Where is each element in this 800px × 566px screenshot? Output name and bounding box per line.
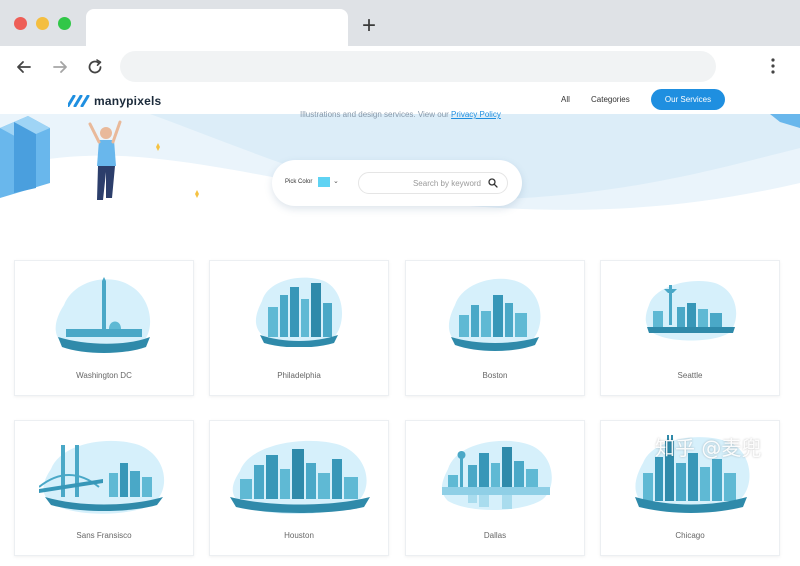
watermark: 知乎 @麦兜 [655,436,762,460]
nav-link-all[interactable]: All [561,95,570,104]
address-bar[interactable] [120,51,716,82]
browser-window: + manypixels All Categories Our Services… [0,0,800,566]
chevron-down-icon[interactable]: ⌄ [333,177,339,185]
city-label: Boston [482,371,508,380]
city-label: Chicago [675,531,705,540]
nav-link-categories[interactable]: Categories [591,95,630,104]
search-input[interactable] [358,172,508,194]
city-card-washington-dc[interactable]: Washington DC [14,260,194,396]
city-label: Sans Fransisco [76,531,132,540]
logo-stripes-icon [68,95,90,107]
web-page: manypixels All Categories Our Services I… [0,88,800,566]
dallas-skyline-illustration [441,440,552,510]
close-window-button[interactable] [14,17,27,30]
maximize-window-button[interactable] [58,17,71,30]
tab-bar: + [0,0,800,46]
back-arrow-icon[interactable] [14,57,34,77]
search-icon[interactable] [488,178,498,188]
forward-arrow-icon[interactable] [50,57,70,77]
brand-logo[interactable]: manypixels [68,93,161,109]
more-menu-icon[interactable] [768,56,778,76]
city-card-dallas[interactable]: Dallas [405,420,585,556]
our-services-button[interactable]: Our Services [651,89,725,110]
active-tab[interactable] [86,9,348,46]
seattle-skyline-illustration [645,281,737,341]
city-card-boston[interactable]: Boston [405,260,585,396]
city-label: Houston [284,531,314,540]
pick-color-label: Pick Color [285,179,313,185]
city-label: Seattle [677,371,703,380]
boston-skyline-illustration [448,278,541,351]
brand-name: manypixels [94,94,162,108]
city-label: Dallas [483,531,507,540]
color-swatch[interactable] [318,177,330,187]
washington-dc-skyline-illustration [55,277,151,353]
new-tab-button[interactable]: + [362,14,376,38]
hero-text: Illustrations and design services. View … [300,110,452,119]
city-card-seattle[interactable]: Seattle [600,260,780,396]
privacy-policy-link[interactable]: Privacy Policy [451,110,501,119]
city-card-houston[interactable]: Houston [209,420,389,556]
city-label: Philadelphia [277,371,321,380]
san-francisco-skyline-illustration [39,440,165,514]
minimize-window-button[interactable] [36,17,49,30]
search-panel: Pick Color ⌄ [272,160,522,206]
philadelphia-skyline-illustration [255,277,343,347]
hero-subtext: Illustrations and design services. View … [300,110,501,119]
city-card-san-francisco[interactable]: Sans Fransisco [14,420,194,556]
houston-skyline-illustration [230,440,370,514]
city-label: Washington DC [76,371,132,380]
city-card-philadelphia[interactable]: Philadelphia [209,260,389,396]
reload-icon[interactable] [85,57,105,77]
